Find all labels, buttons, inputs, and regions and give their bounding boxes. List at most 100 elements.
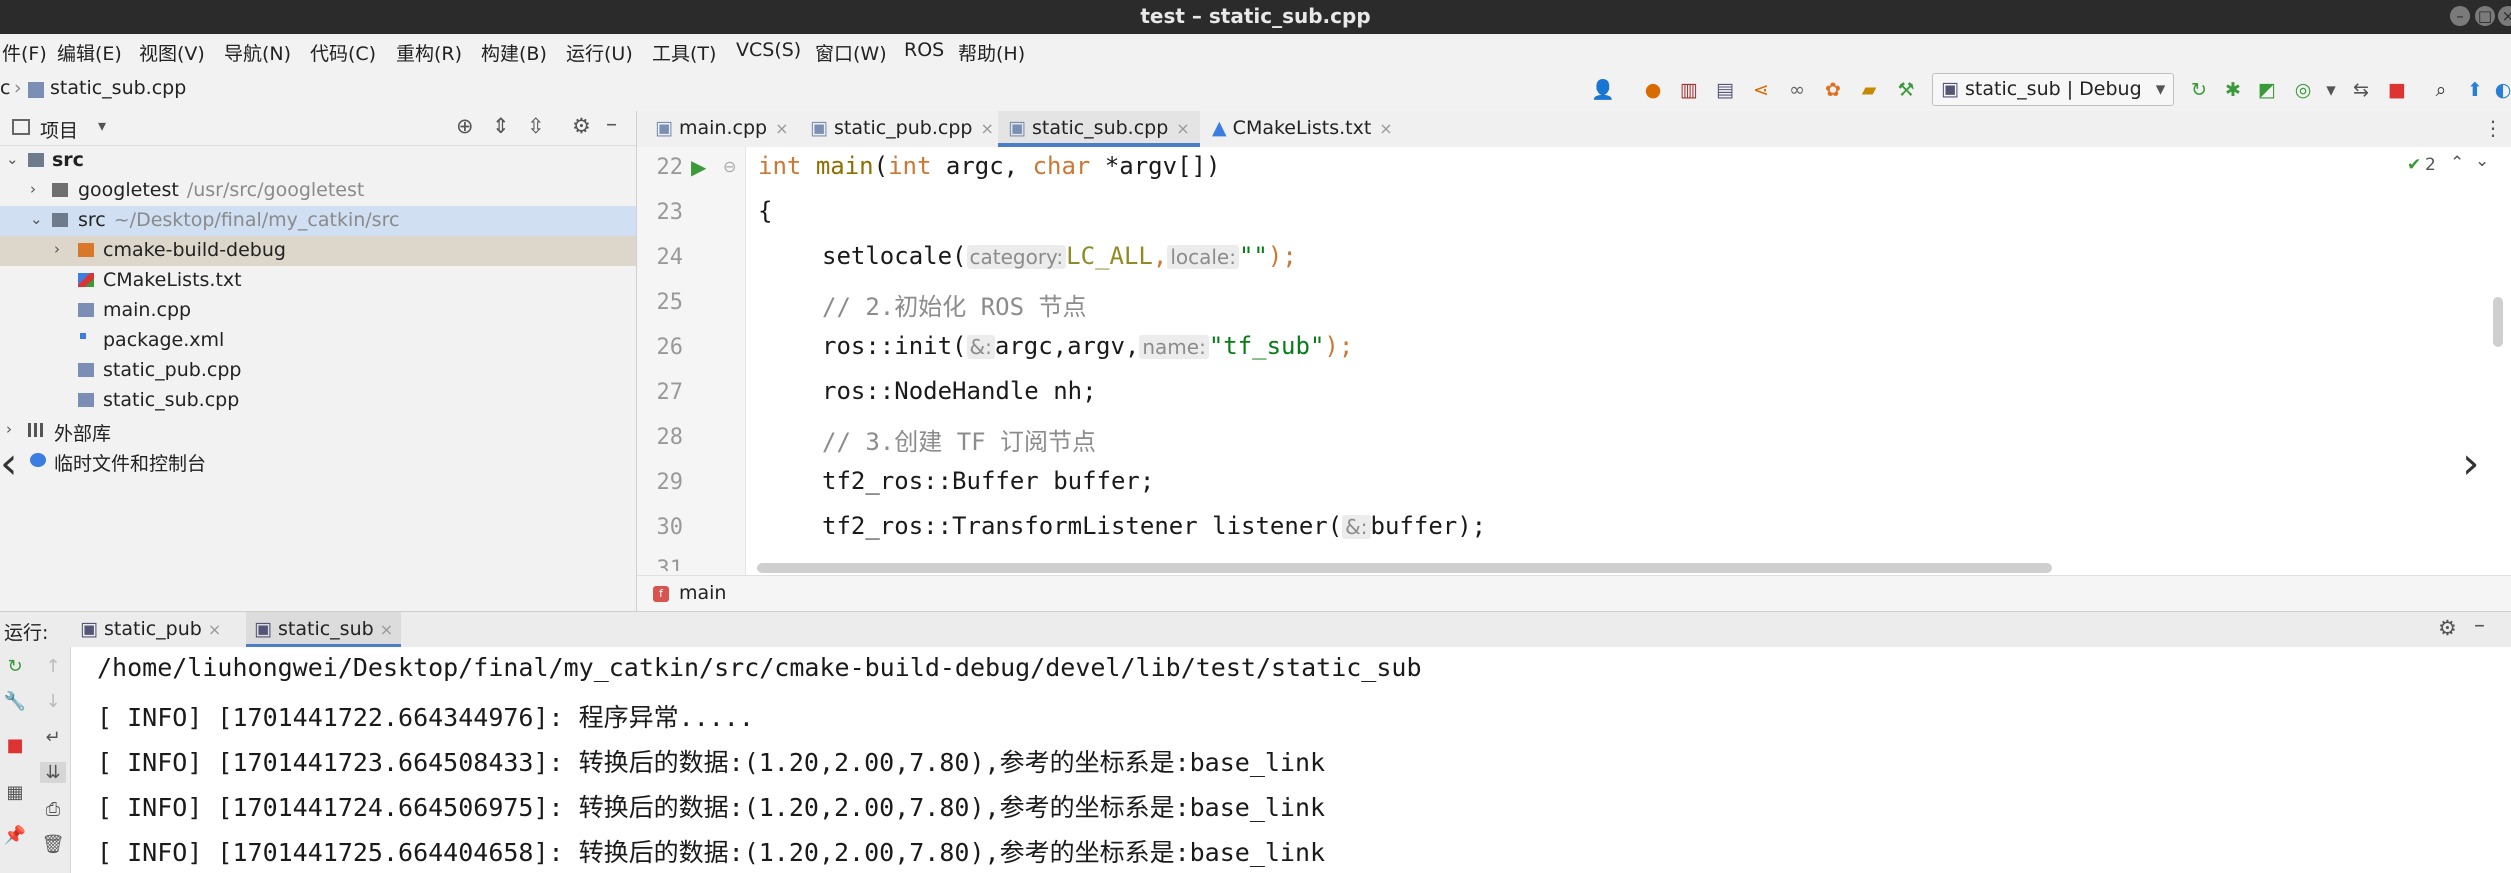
tab-static-pub-cpp[interactable]: ▣ static_pub.cpp × xyxy=(800,111,1004,147)
tree-item-static-pub-cpp[interactable]: static_pub.cpp xyxy=(0,356,636,386)
layout-icon[interactable]: ▦ xyxy=(2,782,28,803)
scroll-to-end-icon[interactable]: ⇊ xyxy=(40,762,66,783)
menu-build[interactable]: 构建(B) xyxy=(481,39,547,66)
debug-icon[interactable]: ✱ xyxy=(2220,77,2246,103)
close-icon[interactable]: × xyxy=(1379,119,1392,138)
close-icon[interactable]: × xyxy=(775,119,788,138)
share-icon[interactable]: ⋖ xyxy=(1748,77,1774,103)
gear-icon[interactable]: ⚙ xyxy=(572,114,591,138)
run-console[interactable]: /home/liuhongwei/Desktop/final/my_catkin… xyxy=(71,647,2511,873)
tree-item-src-catkin[interactable]: ⌄ src ~/Desktop/final/my_catkin/src xyxy=(0,206,636,236)
code-editor[interactable]: 22 23 24 25 26 27 28 29 30 31 ▶ ⊖ int ma… xyxy=(637,147,2511,575)
print-icon[interactable]: ⎙ xyxy=(40,799,66,820)
assistant-icon[interactable]: ◐ xyxy=(2490,77,2511,103)
rerun-icon[interactable]: ↻ xyxy=(2186,77,2212,103)
previous-arrow-icon[interactable]: ‹ xyxy=(0,438,18,489)
tree-item-external-libraries[interactable]: › 外部库 xyxy=(0,416,636,446)
close-icon[interactable]: × xyxy=(980,119,993,138)
project-header-label[interactable]: 项目 xyxy=(40,116,78,143)
close-icon[interactable]: × xyxy=(1176,119,1189,138)
horizontal-scrollbar[interactable] xyxy=(757,563,2052,573)
minimize-window-button[interactable]: – xyxy=(2450,6,2470,26)
menu-edit[interactable]: 编辑(E) xyxy=(57,39,122,66)
tab-static-sub-cpp[interactable]: ▣ static_sub.cpp × xyxy=(998,111,1200,147)
scroll-icon[interactable]: ▰ xyxy=(1856,77,1882,103)
breadcrumb-root[interactable]: c xyxy=(0,77,10,99)
close-window-button[interactable]: × xyxy=(2498,6,2511,26)
menu-navigate[interactable]: 导航(N) xyxy=(224,39,291,66)
scroll-down-icon[interactable]: ↓ xyxy=(40,691,66,712)
trash-icon[interactable]: 🗑 xyxy=(40,834,66,855)
search-icon[interactable]: ⌕ xyxy=(2428,77,2454,103)
link-icon[interactable]: ∞ xyxy=(1784,77,1810,103)
ros-icon[interactable]: ● xyxy=(1640,77,1666,103)
minimize-panel-icon[interactable]: – xyxy=(606,112,617,137)
menu-vcs[interactable]: VCS(S) xyxy=(736,39,801,61)
menu-view[interactable]: 视图(V) xyxy=(139,39,205,66)
tree-item-static-sub-cpp[interactable]: static_sub.cpp xyxy=(0,386,636,416)
chart-icon[interactable]: ▥ xyxy=(1676,77,1702,103)
profiler-icon[interactable]: ◎ xyxy=(2290,77,2316,103)
tab-main-cpp[interactable]: ▣ main.cpp × xyxy=(645,111,799,147)
tree-item-googletest[interactable]: › googletest/usr/src/googletest xyxy=(0,176,636,206)
soft-wrap-icon[interactable]: ↵ xyxy=(40,727,66,748)
maximize-window-button[interactable]: □ xyxy=(2475,6,2495,26)
run-configuration-selector[interactable]: ▣ static_sub | Debug ▾ xyxy=(1932,73,2174,106)
next-arrow-icon[interactable]: › xyxy=(2462,438,2480,489)
run-gutter-icon[interactable]: ▶ xyxy=(691,155,706,179)
attach-icon[interactable]: ⇆ xyxy=(2348,77,2374,103)
structure-crumb-main[interactable]: main xyxy=(679,582,726,604)
gear-icon[interactable]: ⚙ xyxy=(2438,616,2457,640)
tree-item-cmake-build-debug[interactable]: › cmake-build-debug xyxy=(0,236,636,266)
menu-tools[interactable]: 工具(T) xyxy=(652,39,716,66)
close-icon[interactable]: × xyxy=(380,620,393,639)
wrench-icon[interactable]: 🔧 xyxy=(2,691,28,712)
update-icon[interactable]: ⬆ xyxy=(2462,77,2488,103)
tree-item-cmakelists[interactable]: CMakeLists.txt xyxy=(0,266,636,296)
stop-icon[interactable]: ■ xyxy=(2,735,28,756)
line-number: 24 xyxy=(656,245,684,270)
inspection-ok-icon[interactable]: ✔ xyxy=(2407,155,2421,175)
build-hammer-icon[interactable]: ⚒ xyxy=(1893,77,1919,103)
user-icon[interactable]: 👤 xyxy=(1590,77,1616,103)
tree-item-scratches[interactable]: 临时文件和控制台 xyxy=(0,446,636,476)
menu-code[interactable]: 代码(C) xyxy=(310,39,376,66)
more-run-options-icon[interactable]: ▾ xyxy=(2318,77,2344,103)
expand-all-icon[interactable]: ⇕ xyxy=(492,114,510,138)
tree-item-label: 外部库 xyxy=(54,423,112,445)
menu-run[interactable]: 运行(U) xyxy=(566,39,633,66)
locate-icon[interactable]: ⊕ xyxy=(456,114,474,138)
chevron-down-icon[interactable]: ▾ xyxy=(98,116,106,135)
menu-ros[interactable]: ROS xyxy=(904,39,944,61)
scroll-up-icon[interactable]: ↑ xyxy=(40,656,66,677)
run-tab-static-sub[interactable]: ▣ static_sub × xyxy=(246,612,402,648)
collapse-all-icon[interactable]: ⇳ xyxy=(527,114,545,138)
menu-refactor[interactable]: 重构(R) xyxy=(396,39,462,66)
rerun-icon[interactable]: ↻ xyxy=(2,656,28,677)
pin-icon[interactable]: 📌 xyxy=(2,825,28,846)
breadcrumb-file[interactable]: static_sub.cpp xyxy=(50,77,186,99)
cpp-file-icon xyxy=(28,82,44,98)
run-tab-static-pub[interactable]: ▣ static_pub × xyxy=(72,612,229,648)
menu-window[interactable]: 窗口(W) xyxy=(815,39,887,66)
panel-icon[interactable]: ▤ xyxy=(1712,77,1738,103)
tab-cmakelists[interactable]: ▲ CMakeLists.txt × xyxy=(1202,111,1403,147)
vertical-scrollbar[interactable] xyxy=(2493,297,2503,347)
fold-icon[interactable]: ⊖ xyxy=(723,157,736,176)
more-tabs-icon[interactable]: ⋮ xyxy=(2483,116,2503,140)
stop-icon[interactable]: ■ xyxy=(2384,77,2410,103)
tree-item-main-cpp[interactable]: main.cpp xyxy=(0,296,636,326)
tree-item-label: 临时文件和控制台 xyxy=(54,453,207,475)
tree-item-label: cmake-build-debug xyxy=(103,239,286,261)
tree-item-src-root[interactable]: ⌄ src xyxy=(0,146,636,176)
chevron-up-icon[interactable]: ⌃ xyxy=(2450,153,2464,173)
close-icon[interactable]: × xyxy=(208,620,221,639)
chevron-down-icon[interactable]: ⌄ xyxy=(2475,151,2489,171)
menu-help[interactable]: 帮助(H) xyxy=(958,39,1025,66)
line-number: 29 xyxy=(656,470,684,495)
puzzle-icon[interactable]: ✿ xyxy=(1820,77,1846,103)
minimize-panel-icon[interactable]: – xyxy=(2474,613,2485,638)
coverage-icon[interactable]: ◩ xyxy=(2254,77,2280,103)
menu-file[interactable]: 件(F) xyxy=(2,39,47,66)
tree-item-package-xml[interactable]: package.xml xyxy=(0,326,636,356)
